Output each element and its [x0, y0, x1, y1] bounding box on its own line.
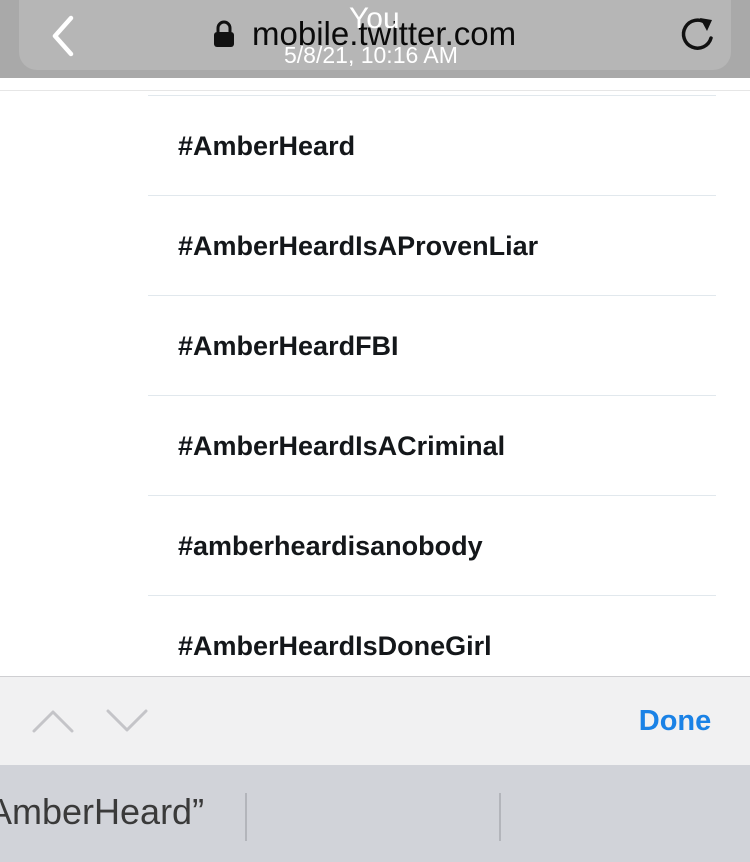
search-suggestions-panel: #AmberHeard #AmberHeardIsAProvenLiar #Am… — [0, 78, 750, 676]
hashtag-label: #AmberHeardIsDoneGirl — [178, 631, 492, 661]
chevron-up-icon — [32, 710, 74, 733]
hashtag-item[interactable]: #AmberHeard — [148, 95, 716, 195]
divider — [0, 90, 750, 91]
hashtag-label: #AmberHeardFBI — [178, 331, 399, 361]
hashtag-item[interactable]: #AmberHeardIsAProvenLiar — [148, 195, 716, 295]
back-button[interactable] — [43, 12, 83, 60]
hashtag-label: #amberheardisanobody — [178, 531, 483, 561]
hashtag-label: #AmberHeardIsAProvenLiar — [178, 231, 539, 261]
suggestion-item[interactable]: AmberHeard” — [0, 787, 204, 837]
suggestion-divider — [499, 793, 501, 841]
chevron-down-icon — [106, 709, 148, 732]
next-match-button[interactable] — [104, 703, 150, 739]
done-button[interactable]: Done — [620, 699, 730, 743]
hashtag-item[interactable]: #AmberHeardIsDoneGirl — [148, 595, 716, 676]
chevron-left-icon — [52, 15, 74, 57]
keyboard-suggestion-bar: AmberHeard” — [0, 765, 750, 862]
find-toolbar: Done — [0, 676, 750, 765]
hashtag-item[interactable]: #AmberHeardFBI — [148, 295, 716, 395]
hashtag-item[interactable]: #amberheardisanobody — [148, 495, 716, 595]
reload-icon — [681, 18, 713, 50]
lock-icon — [214, 20, 234, 47]
hashtag-item[interactable]: #AmberHeardIsACriminal — [148, 395, 716, 495]
overlay-timestamp: 5/8/21, 10:16 AM — [284, 42, 458, 68]
hashtag-label: #AmberHeardIsACriminal — [178, 431, 506, 461]
previous-match-button[interactable] — [30, 703, 76, 739]
browser-top-bar: mobile.twitter.com You 5/8/21, 10:16 AM — [0, 0, 750, 78]
hashtag-label: #AmberHeard — [178, 131, 356, 161]
reload-button[interactable] — [674, 12, 720, 58]
overlay-user-label: You — [349, 2, 400, 35]
suggestion-divider — [245, 793, 247, 841]
hashtag-list: #AmberHeard #AmberHeardIsAProvenLiar #Am… — [148, 95, 716, 676]
